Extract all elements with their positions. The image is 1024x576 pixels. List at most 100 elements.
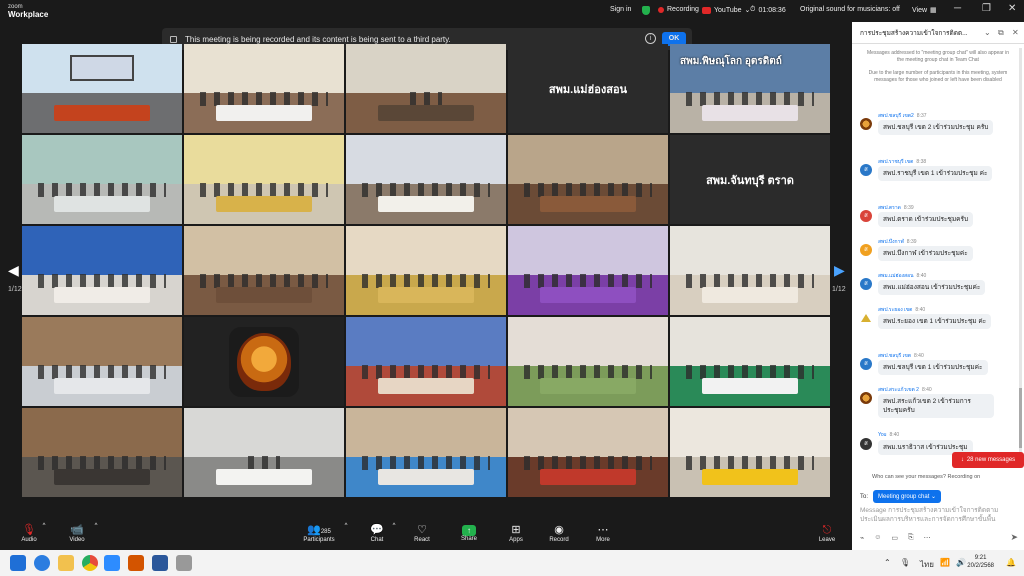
more-button[interactable]: ⋯ More bbox=[578, 523, 628, 543]
participants-options-chevron-icon[interactable]: ^ bbox=[342, 523, 350, 529]
video-tile[interactable] bbox=[22, 44, 182, 133]
video-tile[interactable]: สพม.พิษณุโลก อุตรดิตถ์ bbox=[670, 44, 830, 133]
video-tile[interactable] bbox=[346, 135, 506, 224]
video-tile-active-speaker[interactable] bbox=[346, 44, 506, 133]
sender-name[interactable]: You bbox=[878, 432, 886, 438]
message-meta: สพม.แม่ฮ่องสอน 8:40 bbox=[878, 272, 926, 280]
video-tile[interactable] bbox=[670, 408, 830, 497]
sender-name[interactable]: สพป.บึงกาฬ bbox=[878, 239, 904, 245]
popout-icon[interactable]: ⧉ bbox=[998, 28, 1004, 38]
video-tile[interactable] bbox=[22, 317, 182, 406]
wifi-icon[interactable]: 📶 bbox=[940, 558, 950, 567]
video-tile[interactable] bbox=[670, 226, 830, 315]
input-language[interactable]: ไทย bbox=[920, 558, 934, 571]
chevron-down-icon[interactable]: ⌄ bbox=[984, 28, 991, 37]
video-tile[interactable] bbox=[346, 317, 506, 406]
message-meta: สพป.ชลบุรี เขต 8:40 bbox=[878, 352, 924, 360]
volume-icon[interactable]: 🔊 bbox=[956, 558, 966, 567]
system-clock[interactable]: 9:21 20/2/2568 bbox=[967, 554, 994, 570]
video-tile[interactable] bbox=[184, 226, 344, 315]
paint-icon[interactable] bbox=[128, 555, 144, 571]
view-menu[interactable]: View ▦ bbox=[912, 6, 937, 15]
leave-door-icon: ⎋ bbox=[822, 524, 832, 536]
close-chat-icon[interactable]: ✕ bbox=[1012, 28, 1019, 37]
sender-name[interactable]: สพป.ระยอง เขต bbox=[878, 307, 912, 313]
send-icon[interactable]: ➤ bbox=[1010, 532, 1018, 543]
message-time: 8:38 bbox=[916, 159, 927, 165]
tray-chevron-icon[interactable]: ⌃ bbox=[884, 558, 891, 567]
who-can-see-link[interactable]: Who can see your messages? Recording on bbox=[872, 474, 980, 480]
format-icon[interactable]: ⌁ bbox=[860, 534, 864, 542]
record-button[interactable]: ◉ Record bbox=[534, 523, 584, 543]
file-explorer-icon[interactable] bbox=[58, 555, 74, 571]
video-tile[interactable] bbox=[184, 408, 344, 497]
sender-name[interactable]: สพม.แม่ฮ่องสอน bbox=[878, 273, 914, 279]
more-options-icon[interactable]: ⋯ bbox=[924, 534, 931, 542]
video-tile[interactable] bbox=[508, 135, 668, 224]
sender-name[interactable]: สพป.ตราด bbox=[878, 205, 901, 211]
notification-icon[interactable]: 🔔 bbox=[1006, 558, 1016, 567]
video-tile[interactable] bbox=[508, 317, 668, 406]
share-button[interactable]: ↑ Share bbox=[444, 523, 494, 542]
video-tile[interactable] bbox=[22, 135, 182, 224]
new-messages-button[interactable]: ↓ 28 new messages bbox=[952, 452, 1024, 468]
video-tile-name-only[interactable]: สพม.จันทบุรี ตราด bbox=[670, 135, 830, 224]
microphone-tray-icon[interactable]: 🎙 bbox=[900, 558, 910, 567]
chat-message-input[interactable]: Message การประชุมสร้างความเข้าใจการติดตา… bbox=[860, 506, 1016, 524]
video-tile[interactable] bbox=[22, 226, 182, 315]
file-icon[interactable]: ▭ bbox=[891, 534, 898, 542]
message-text: สพป.ชลบุรี เขต 2 เข้าร่วมประชุม ครับ bbox=[878, 120, 994, 135]
sender-name[interactable]: สพป.ชลบุรี เขต bbox=[878, 353, 911, 359]
message-time: 8:37 bbox=[916, 113, 927, 119]
video-tile[interactable] bbox=[184, 44, 344, 133]
recording-indicator[interactable]: Recording bbox=[658, 6, 699, 13]
leave-button[interactable]: ⎋ Leave bbox=[802, 523, 852, 543]
chat-icon: 💬 bbox=[370, 524, 384, 536]
video-tile[interactable] bbox=[508, 408, 668, 497]
zoom-icon[interactable] bbox=[104, 555, 120, 571]
original-sound-toggle[interactable]: Original sound for musicians: off bbox=[800, 6, 900, 13]
next-page-arrow-icon[interactable]: ▶ bbox=[834, 262, 845, 279]
video-tile[interactable] bbox=[670, 317, 830, 406]
recipient-dropdown[interactable]: Meeting group chat ⌄ bbox=[873, 490, 942, 503]
video-tile[interactable] bbox=[508, 226, 668, 315]
message-meta: สพป.ชลบุรี เขต2 8:37 bbox=[878, 112, 927, 120]
react-button[interactable]: ♡ React bbox=[397, 523, 447, 543]
ellipsis-icon: ⋯ bbox=[597, 524, 609, 536]
word-icon[interactable] bbox=[152, 555, 168, 571]
message-time: 8:39 bbox=[903, 205, 914, 211]
video-tile[interactable] bbox=[184, 135, 344, 224]
screenshot-icon[interactable]: ⎘ bbox=[908, 534, 914, 542]
edge-icon[interactable] bbox=[34, 555, 50, 571]
video-tile-name-only[interactable]: สพม.แม่ฮ่องสอน bbox=[508, 44, 668, 133]
minimize-icon[interactable]: ─ bbox=[954, 3, 961, 14]
windows-start-icon[interactable] bbox=[10, 555, 26, 571]
sender-name[interactable]: สพป.สระแก้วเขต 2 bbox=[878, 387, 919, 393]
video-tile[interactable] bbox=[22, 408, 182, 497]
participants-button[interactable]: 👥285 Participants bbox=[294, 523, 344, 543]
chat-scrollbar[interactable] bbox=[1019, 48, 1022, 468]
info-icon[interactable]: i bbox=[645, 33, 656, 44]
chat-label: Chat bbox=[370, 537, 384, 543]
close-icon[interactable]: ✕ bbox=[1008, 3, 1016, 14]
photos-icon[interactable] bbox=[176, 555, 192, 571]
sender-name[interactable]: สพป.ชลบุรี เขต2 bbox=[878, 113, 914, 119]
prev-page-arrow-icon[interactable]: ◀ bbox=[8, 262, 19, 279]
video-gallery: สพม.แม่ฮ่องสอน สพม.พิษณุโลก อุตรดิตถ์ สพ… bbox=[22, 44, 831, 500]
windows-taskbar: ⌃ 🎙 ไทย 📶 🔊 9:21 20/2/2568 🔔 bbox=[0, 550, 1024, 576]
sender-name[interactable]: สพป.ราชบุรี เขต bbox=[878, 159, 913, 165]
audio-options-chevron-icon[interactable]: ^ bbox=[40, 523, 48, 529]
participant-name: สพม.แม่ฮ่องสอน bbox=[548, 83, 628, 96]
youtube-stream-indicator[interactable]: YouTube ⌄ bbox=[702, 6, 750, 14]
message-meta: สพป.สระแก้วเขต 2 8:40 bbox=[878, 386, 932, 394]
emoji-icon[interactable]: ☺ bbox=[874, 534, 881, 542]
video-tile[interactable] bbox=[346, 408, 506, 497]
restore-icon[interactable]: ❐ bbox=[982, 3, 991, 14]
sign-in-link[interactable]: Sign in bbox=[610, 6, 631, 13]
shield-icon[interactable] bbox=[642, 6, 650, 15]
video-options-chevron-icon[interactable]: ^ bbox=[92, 523, 100, 529]
video-tile-logo[interactable] bbox=[184, 317, 344, 406]
system-note: Messages addressed to "meeting group cha… bbox=[867, 50, 1009, 63]
video-tile[interactable] bbox=[346, 226, 506, 315]
chrome-icon[interactable] bbox=[82, 555, 98, 571]
